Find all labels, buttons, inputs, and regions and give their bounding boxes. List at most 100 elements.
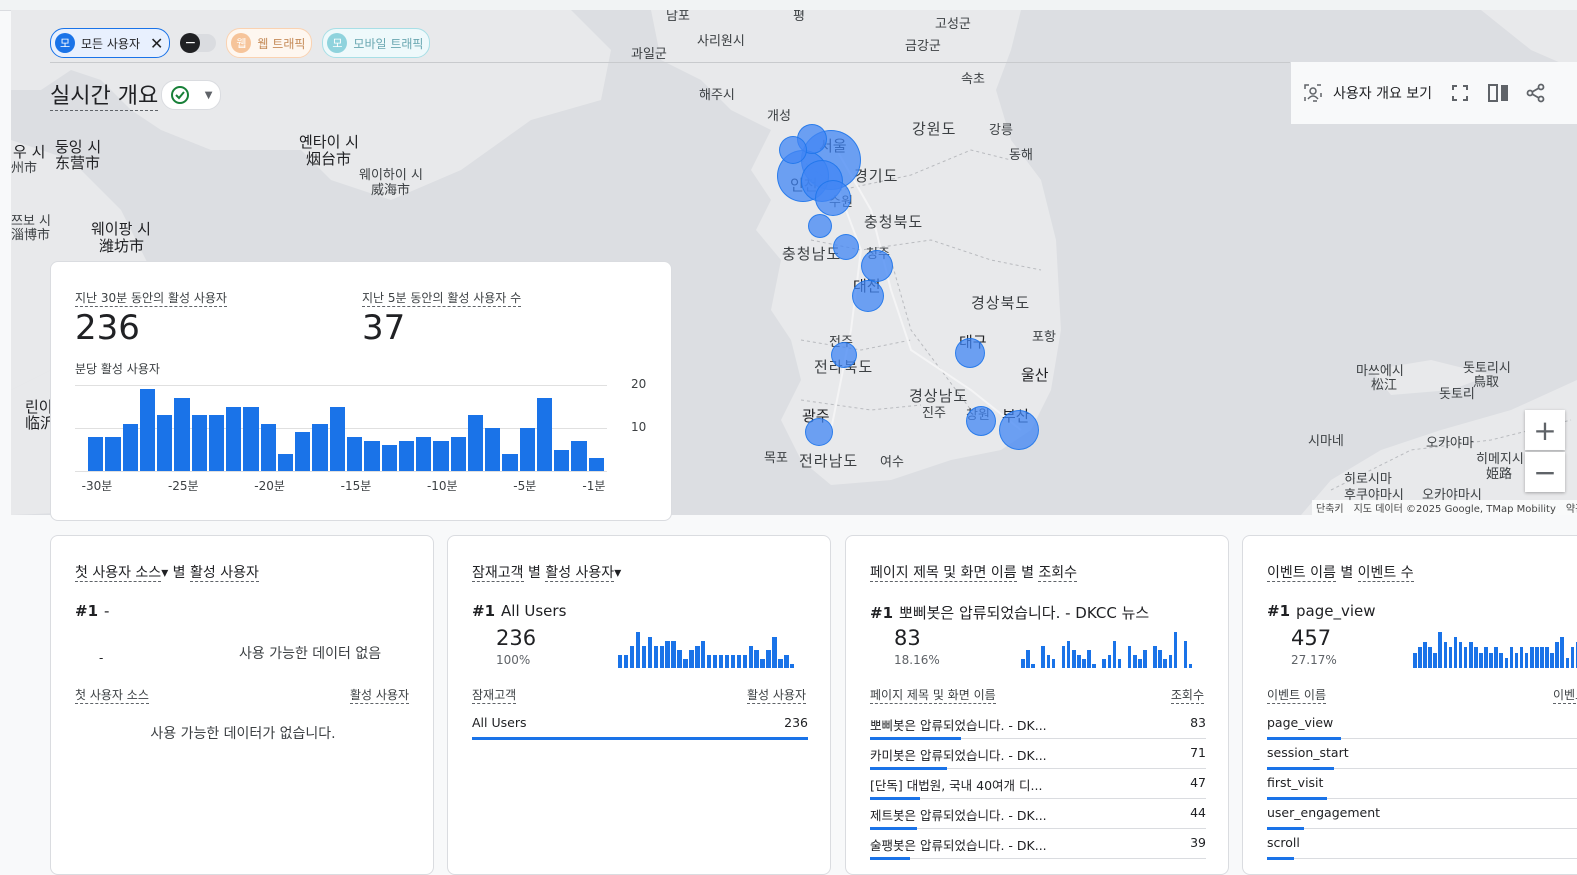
table-row[interactable]: 제트봇은 압류되었습니다. - DK... 44 — [870, 799, 1206, 830]
row-name: scroll — [1267, 835, 1300, 850]
table-row[interactable]: 카미봇은 압류되었습니다. - DK... 71 — [870, 739, 1206, 770]
dropdown-arrow-icon[interactable]: ▾ — [614, 565, 621, 581]
minute-bar[interactable] — [450, 436, 466, 471]
map-label: 경기도 — [854, 167, 899, 185]
minute-bar[interactable] — [416, 436, 432, 471]
minute-bar[interactable] — [536, 397, 553, 471]
realtime-summary-card: 지난 30분 동안의 활성 사용자 236 지난 5분 동안의 활성 사용자 수… — [50, 261, 672, 521]
table-row[interactable]: 술팽봇은 압류되었습니다. - DK... 39 — [870, 829, 1206, 860]
user-overview-button[interactable]: 사용자 개요 보기 — [1333, 83, 1432, 103]
x-tick-label: -1분 — [582, 479, 606, 493]
dimension-selector[interactable]: 잠재고객 — [472, 565, 524, 582]
dimension-selector[interactable]: 이벤트 이름 — [1267, 565, 1336, 582]
table-row[interactable]: page_view457 — [1267, 709, 1577, 740]
minute-bar[interactable] — [571, 440, 587, 471]
minute-bar[interactable] — [329, 406, 345, 471]
close-icon[interactable]: ✕ — [150, 34, 163, 53]
table-row[interactable]: 뽀삐봇은 압류되었습니다. - DK... 83 — [870, 709, 1206, 740]
dimension-selector[interactable]: 첫 사용자 소스 — [75, 565, 162, 582]
table-row[interactable]: [단독] 대법원, 국내 40여개 디... 47 — [870, 769, 1206, 800]
minute-bar[interactable] — [226, 406, 242, 471]
map-bubble-jeonju[interactable] — [831, 342, 857, 368]
zoom-in-button[interactable]: + — [1525, 410, 1565, 450]
user-snapshot-icon[interactable] — [1303, 83, 1323, 103]
minute-bar[interactable] — [191, 415, 207, 471]
map-label: 강원도 — [912, 120, 957, 138]
map-bubble-cheonan[interactable] — [833, 234, 859, 260]
minute-bar[interactable] — [105, 436, 121, 471]
minute-bar[interactable] — [243, 406, 259, 471]
minute-bar[interactable] — [139, 389, 156, 471]
minute-bar[interactable] — [277, 453, 294, 471]
minute-bar[interactable] — [347, 436, 363, 471]
minute-bar[interactable] — [157, 415, 173, 471]
map-label: 우 시 — [13, 143, 46, 161]
chip-web-traffic[interactable]: 웹 웹 트래픽 — [226, 28, 313, 58]
table-row[interactable]: user_engagement228 — [1267, 799, 1577, 830]
column-header-metric: 조회수 — [1170, 688, 1204, 704]
minute-bar[interactable] — [398, 440, 415, 471]
minute-bar[interactable] — [502, 453, 518, 471]
active-5-value: 37 — [362, 308, 406, 348]
share-icon[interactable] — [1526, 83, 1546, 103]
sparkline-bar — [1153, 645, 1157, 668]
map-label: 금강군 — [905, 39, 941, 54]
minute-bar[interactable] — [174, 397, 190, 471]
dropdown-arrow-icon[interactable]: ▾ — [161, 565, 168, 581]
sparkline — [618, 630, 796, 668]
map-bubble-changwon[interactable] — [966, 406, 996, 436]
dimension-selector[interactable]: 페이지 제목 및 화면 이름 — [870, 565, 1017, 582]
map-bubble-daegu[interactable] — [955, 338, 985, 368]
minute-bar[interactable] — [260, 423, 276, 471]
map-bubble-daejeon[interactable] — [852, 280, 884, 312]
rank-name: - — [104, 602, 110, 620]
column-header-metric: 활성 사용자 — [746, 688, 806, 704]
minute-bar[interactable] — [295, 432, 311, 471]
minute-bar[interactable] — [312, 423, 328, 471]
sparkline-bar — [1489, 652, 1493, 668]
comparison-toggle[interactable]: − — [180, 33, 217, 53]
sparkline-bar — [1570, 647, 1575, 668]
minute-bar[interactable] — [381, 445, 397, 471]
minute-bar[interactable] — [122, 423, 138, 471]
fullscreen-icon[interactable] — [1450, 83, 1470, 103]
map-bubble-pyeongtaek[interactable] — [808, 214, 832, 238]
minute-bar[interactable] — [519, 428, 535, 471]
map-bubble-suwon[interactable] — [815, 180, 851, 216]
chevron-down-icon: ▼ — [204, 89, 213, 101]
row-name: user_engagement — [1267, 805, 1381, 820]
map-terms-link[interactable]: 약관 — [1566, 500, 1577, 515]
chip-mobile-traffic[interactable]: 모 모바일 트래픽 — [322, 28, 431, 58]
chip-all-users[interactable]: 모 모든 사용자 ✕ — [50, 28, 171, 58]
map-label: 포항 — [1032, 330, 1056, 345]
y-tick-label: 10 — [631, 420, 647, 434]
map-shortcuts-link[interactable]: 단축키 — [1316, 500, 1344, 515]
map-label: 둥잉 시 — [55, 138, 102, 156]
map-bubble-busan[interactable] — [999, 410, 1039, 450]
map-bubble-gwangju[interactable] — [805, 418, 833, 446]
table-row[interactable]: session_start421 — [1267, 739, 1577, 770]
compare-icon[interactable] — [1488, 83, 1509, 103]
sparkline-bar — [1413, 652, 1417, 668]
minute-bar[interactable] — [554, 449, 570, 471]
sparkline-bar — [1188, 663, 1193, 668]
top-value: 457 — [1291, 626, 1332, 650]
zoom-out-button[interactable]: − — [1525, 452, 1565, 492]
table-row[interactable]: scroll166 — [1267, 829, 1577, 860]
sparkline-bar — [629, 645, 635, 668]
map-bubble-cheongju[interactable] — [861, 250, 893, 282]
minute-bar[interactable] — [88, 436, 104, 471]
map-label: 오카야마 — [1426, 436, 1474, 451]
minute-bar[interactable] — [208, 415, 225, 471]
sparkline — [1016, 630, 1194, 668]
data-quality-button[interactable]: ▼ — [161, 80, 221, 110]
table-row[interactable]: first_visit393 — [1267, 769, 1577, 800]
minute-bar[interactable] — [364, 440, 380, 471]
table-row[interactable]: All Users 236 — [472, 709, 808, 740]
minute-bar[interactable] — [485, 428, 501, 471]
minute-bar[interactable] — [588, 458, 604, 471]
map-bubble-gimpo[interactable] — [779, 136, 807, 164]
minute-bar[interactable] — [433, 440, 449, 471]
map-label: 경상북도 — [971, 294, 1031, 312]
minute-bar[interactable] — [467, 415, 484, 471]
